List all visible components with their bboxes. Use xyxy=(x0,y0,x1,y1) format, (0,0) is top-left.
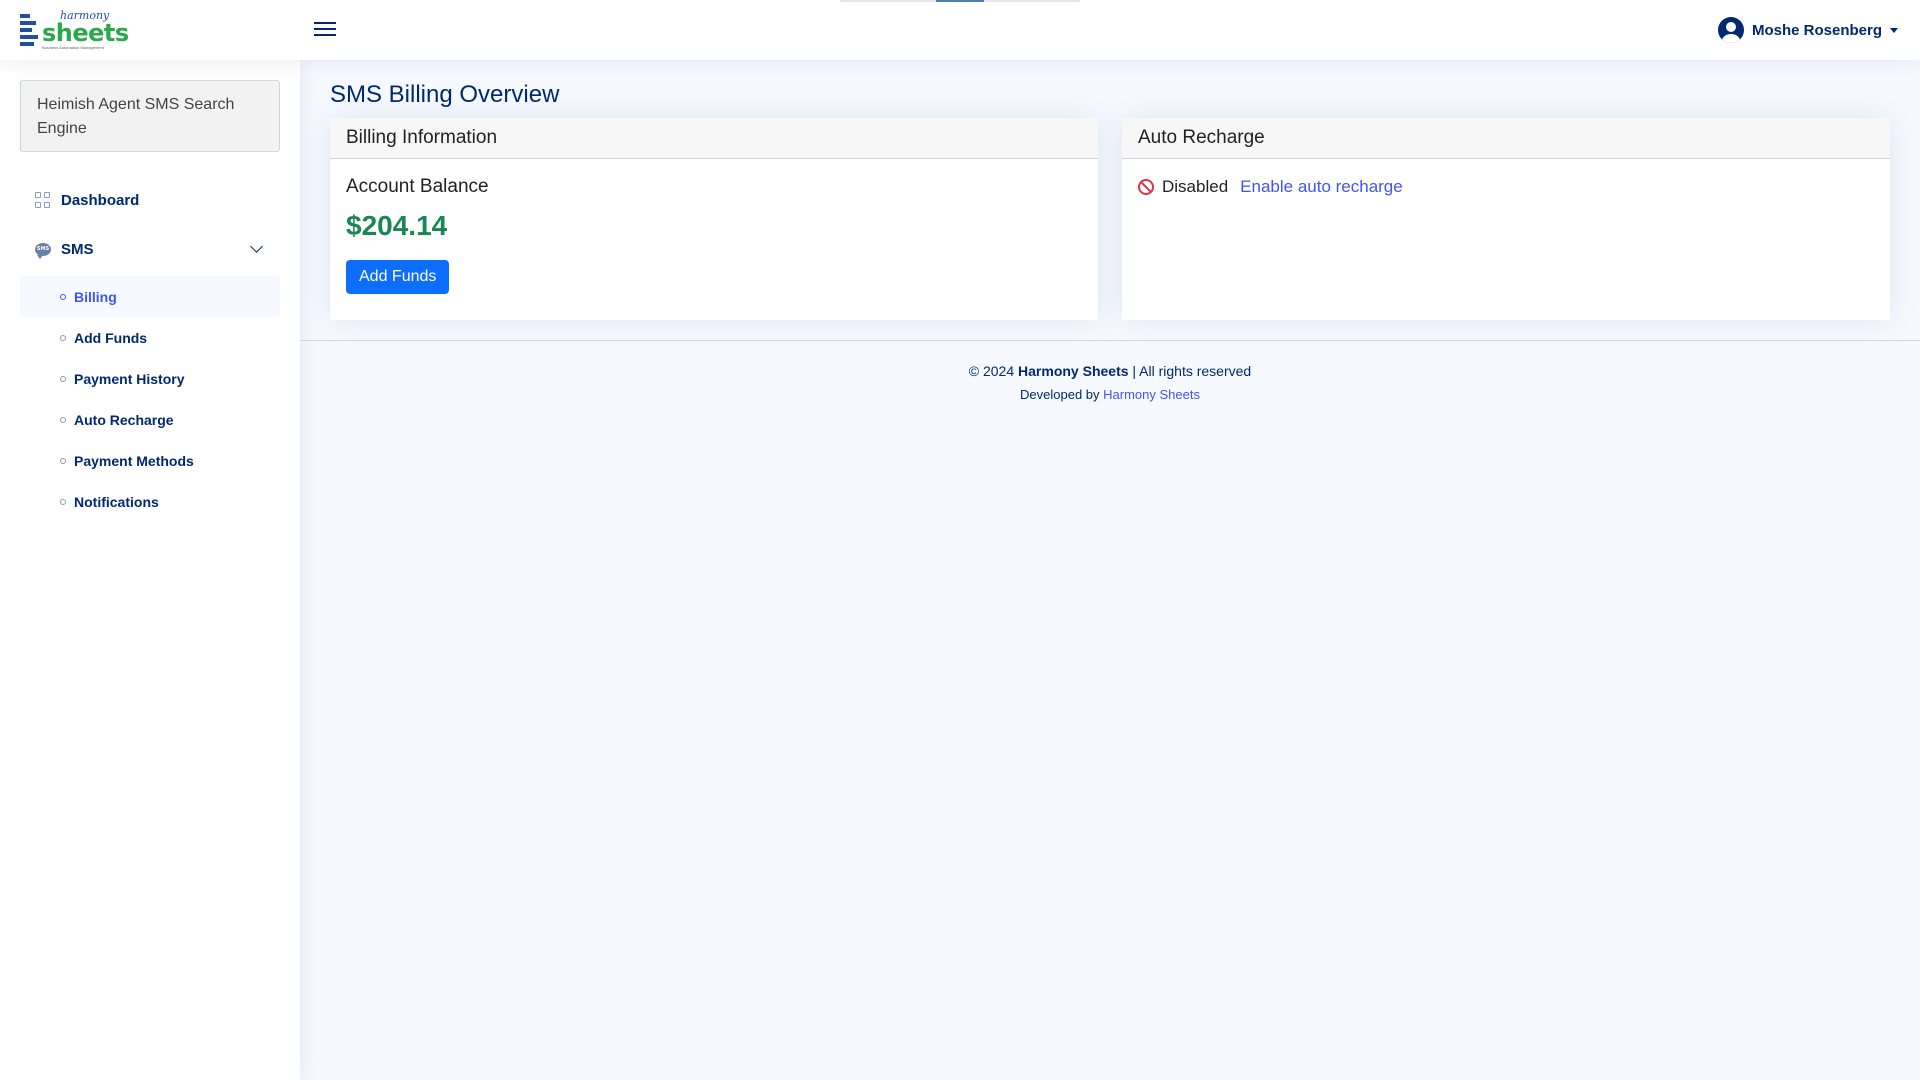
logo-tagline: Business Automation Management xyxy=(42,45,104,50)
auto-recharge-status: Disabled xyxy=(1162,177,1229,196)
enable-auto-recharge-link[interactable]: Enable auto recharge xyxy=(1240,177,1403,197)
sidebar-subitem-notifications[interactable]: Notifications xyxy=(20,481,280,522)
user-profile-dropdown[interactable]: Moshe Rosenberg xyxy=(1717,16,1898,44)
sidebar-subitem-label: Notifications xyxy=(74,493,159,510)
sidebar-subitem-label: Auto Recharge xyxy=(74,411,174,428)
copyright-prefix: © 2024 xyxy=(968,363,1015,379)
main-content: SMS Billing Overview Billing Information… xyxy=(300,60,1920,1080)
user-name: Moshe Rosenberg xyxy=(1751,21,1882,39)
sidebar-subitem-payment-history[interactable]: Payment History xyxy=(20,358,280,399)
grid-icon xyxy=(35,192,51,208)
circle-icon xyxy=(60,457,66,464)
cards-row: Billing Information Account Balance $204… xyxy=(330,118,1890,320)
circle-icon xyxy=(60,334,66,341)
sidebar-toggle-hamburger-icon[interactable] xyxy=(312,18,338,42)
sidebar-subitem-add-funds[interactable]: Add Funds xyxy=(20,317,280,358)
auto-recharge-card: Auto Recharge Disabled Enable auto recha… xyxy=(1122,118,1890,320)
organization-selector[interactable]: Heimish Agent SMS Search Engine xyxy=(20,80,280,152)
sidebar-subitem-payment-methods[interactable]: Payment Methods xyxy=(20,440,280,481)
ban-icon xyxy=(1138,179,1154,195)
user-avatar-icon xyxy=(1717,17,1744,43)
sidebar-subitem-billing[interactable]: Billing xyxy=(20,276,280,317)
harmony-sheets-logo[interactable]: harmony sheets Business Automation Manag… xyxy=(20,10,129,50)
chevron-down-icon[interactable] xyxy=(250,240,263,253)
page-title: SMS Billing Overview xyxy=(330,81,560,108)
page-loading-bar xyxy=(840,0,1080,2)
billing-information-card: Billing Information Account Balance $204… xyxy=(330,118,1098,320)
sidebar: Heimish Agent SMS Search Engine Dashboar… xyxy=(0,60,300,1080)
circle-icon xyxy=(60,498,66,505)
chat-icon: SMS xyxy=(35,242,51,259)
page-loading-bar-fill xyxy=(936,0,984,2)
logo-bars-icon xyxy=(20,14,38,46)
sidebar-item-label: SMS xyxy=(61,240,94,258)
circle-icon xyxy=(60,293,66,300)
sidebar-item-sms[interactable]: SMS SMS xyxy=(20,227,280,271)
copyright-brand: Harmony Sheets xyxy=(1018,363,1129,379)
card-header: Billing Information xyxy=(330,118,1098,159)
developer-link[interactable]: Harmony Sheets xyxy=(1103,387,1200,402)
circle-icon xyxy=(60,375,66,382)
sidebar-item-dashboard[interactable]: Dashboard xyxy=(20,178,280,222)
sidebar-nav: Dashboard SMS SMS Billing Add Funds Paym… xyxy=(20,178,280,522)
credits-prefix: Developed by xyxy=(1020,387,1100,402)
copyright-suffix: | All rights reserved xyxy=(1132,363,1252,379)
add-funds-button[interactable]: Add Funds xyxy=(346,260,450,294)
logo-text: harmony sheets Business Automation Manag… xyxy=(42,10,129,50)
circle-icon xyxy=(60,416,66,423)
sidebar-subitem-label: Payment History xyxy=(74,370,185,387)
logo-main-text: sheets xyxy=(42,19,129,47)
top-header: harmony sheets Business Automation Manag… xyxy=(0,0,1920,60)
sidebar-subitem-auto-recharge[interactable]: Auto Recharge xyxy=(20,399,280,440)
account-balance-value: $204.14 xyxy=(346,210,448,241)
credits: Developed by Harmony Sheets xyxy=(300,387,1920,402)
card-body: Disabled Enable auto recharge xyxy=(1122,159,1890,213)
chat-icon-text: SMS xyxy=(36,245,50,252)
sidebar-subitem-label: Payment Methods xyxy=(74,452,194,469)
copyright: © 2024 Harmony Sheets | All rights reser… xyxy=(300,363,1920,379)
footer: © 2024 Harmony Sheets | All rights reser… xyxy=(300,340,1920,402)
sidebar-subitem-label: Billing xyxy=(74,288,117,305)
card-body: Account Balance $204.14 Add Funds xyxy=(330,159,1098,310)
account-balance-label: Account Balance xyxy=(346,176,489,197)
sidebar-item-label: Dashboard xyxy=(61,191,140,209)
auto-recharge-status-row: Disabled Enable auto recharge xyxy=(1138,177,1874,197)
card-header: Auto Recharge xyxy=(1122,118,1890,159)
caret-down-icon xyxy=(1890,27,1898,33)
sidebar-subitem-label: Add Funds xyxy=(74,329,148,346)
